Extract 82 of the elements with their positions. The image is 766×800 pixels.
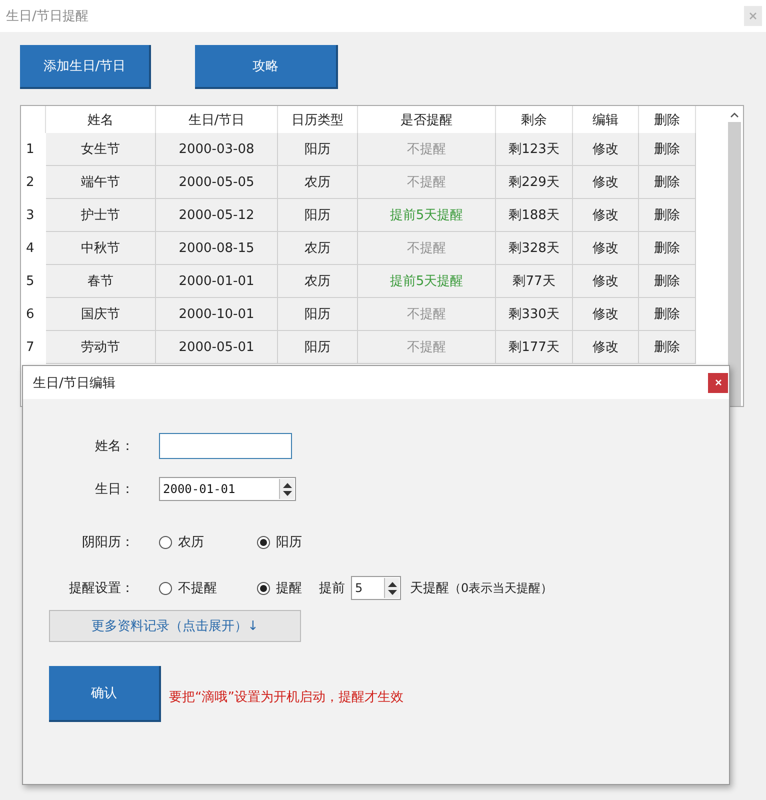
field-label: 提醒设置： [68, 580, 134, 597]
table-cell: 农历 [278, 265, 358, 298]
field-label: 天提醒 [410, 580, 449, 597]
date-field[interactable]: 2000-01-01 [159, 477, 296, 501]
table-cell: 端午节 [46, 166, 156, 199]
delete-link[interactable]: 删除 [639, 298, 696, 331]
table-cell: 2000-05-12 [156, 199, 278, 232]
caret-icon[interactable] [730, 112, 739, 118]
table-cell: 国庆节 [46, 298, 156, 331]
radio-button[interactable] [257, 582, 270, 594]
radio-label: 阳历 [276, 534, 302, 551]
edit-link[interactable]: 修改 [573, 298, 639, 331]
close-button[interactable] [708, 372, 728, 392]
delete-link[interactable]: 删除 [639, 199, 696, 232]
table-cell: 2000-10-01 [156, 298, 278, 331]
table-cell: 春节 [46, 265, 156, 298]
radio-button[interactable] [159, 582, 172, 594]
field-label: 提前 [319, 580, 345, 597]
table-cell: 不提醒 [358, 133, 496, 166]
delete-link[interactable]: 删除 [639, 133, 696, 166]
delete-link[interactable]: 删除 [639, 166, 696, 199]
delete-link[interactable]: 删除 [639, 265, 696, 298]
table-cell: 农历 [278, 232, 358, 265]
table-cell: 2000-08-15 [156, 232, 278, 265]
table-cell: 不提醒 [358, 298, 496, 331]
name-field[interactable] [159, 433, 292, 459]
table-cell: 提前5天提醒 [358, 265, 496, 298]
table-cell: 不提醒 [358, 166, 496, 199]
table-cell: 2000-01-01 [156, 265, 278, 298]
hint-text: （0表示当天提醒） [449, 580, 553, 596]
table-cell: 2000-03-08 [156, 133, 278, 166]
delete-link[interactable]: 删除 [639, 331, 696, 364]
radio-button[interactable] [159, 536, 172, 548]
window-title: 生日/节日提醒 [6, 8, 88, 25]
down-arrow-icon[interactable] [282, 490, 292, 496]
table-cell: 不提醒 [358, 331, 496, 364]
table-cell: 农历 [278, 166, 358, 199]
days-field[interactable]: 5 [351, 576, 401, 600]
table-cell: 剩77天 [496, 265, 573, 298]
table-cell: 剩123天 [496, 133, 573, 166]
table-cell: 劳动节 [46, 331, 156, 364]
edit-link[interactable]: 修改 [573, 232, 639, 265]
table-cell: 护士节 [46, 199, 156, 232]
spin-buttons[interactable] [384, 578, 399, 598]
field-label: 阴阳历： [81, 534, 134, 551]
table-cell: 剩177天 [496, 331, 573, 364]
add-button[interactable]: 添加生日/节日 [20, 45, 151, 89]
radio-label: 农历 [178, 534, 204, 551]
radio-label: 提醒 [276, 580, 302, 597]
up-arrow-icon[interactable] [282, 482, 292, 488]
warning-text: 要把“滴哦”设置为开机启动，提醒才生效 [169, 689, 404, 706]
table-cell: 阳历 [278, 133, 358, 166]
table-cell: 剩229天 [496, 166, 573, 199]
down-arrow-icon[interactable] [388, 590, 396, 594]
table-cell: 阳历 [278, 331, 358, 364]
edit-link[interactable]: 修改 [573, 199, 639, 232]
delete-link[interactable]: 删除 [639, 232, 696, 265]
table-cell: 不提醒 [358, 232, 496, 265]
edit-link[interactable]: 修改 [573, 133, 639, 166]
table-cell: 阳历 [278, 199, 358, 232]
table-cell: 剩330天 [496, 298, 573, 331]
table-cell: 2000-05-01 [156, 331, 278, 364]
table-cell: 2000-05-05 [156, 166, 278, 199]
radio-button[interactable] [257, 536, 270, 548]
table-cell: 提前5天提醒 [358, 199, 496, 232]
dialog-title: 生日/节日编辑 [33, 374, 116, 392]
confirm-button[interactable]: 确认 [49, 666, 161, 722]
edit-link[interactable]: 修改 [573, 166, 639, 199]
radio-label: 不提醒 [178, 580, 217, 597]
table-cell: 中秋节 [46, 232, 156, 265]
edit-link[interactable]: 修改 [573, 331, 639, 364]
edit-link[interactable]: 修改 [573, 265, 639, 298]
expand-button[interactable]: 更多资料记录（点击展开）↓ [49, 610, 301, 642]
spin-buttons[interactable] [279, 479, 294, 499]
table-cell: 剩188天 [496, 199, 573, 232]
table-cell: 女生节 [46, 133, 156, 166]
field-label: 姓名： [94, 438, 134, 455]
guide-button[interactable]: 攻略 [195, 45, 338, 89]
table-cell: 剩328天 [496, 232, 573, 265]
table-cell: 阳历 [278, 298, 358, 331]
field-label: 生日： [94, 481, 134, 498]
up-arrow-icon[interactable] [388, 582, 396, 586]
